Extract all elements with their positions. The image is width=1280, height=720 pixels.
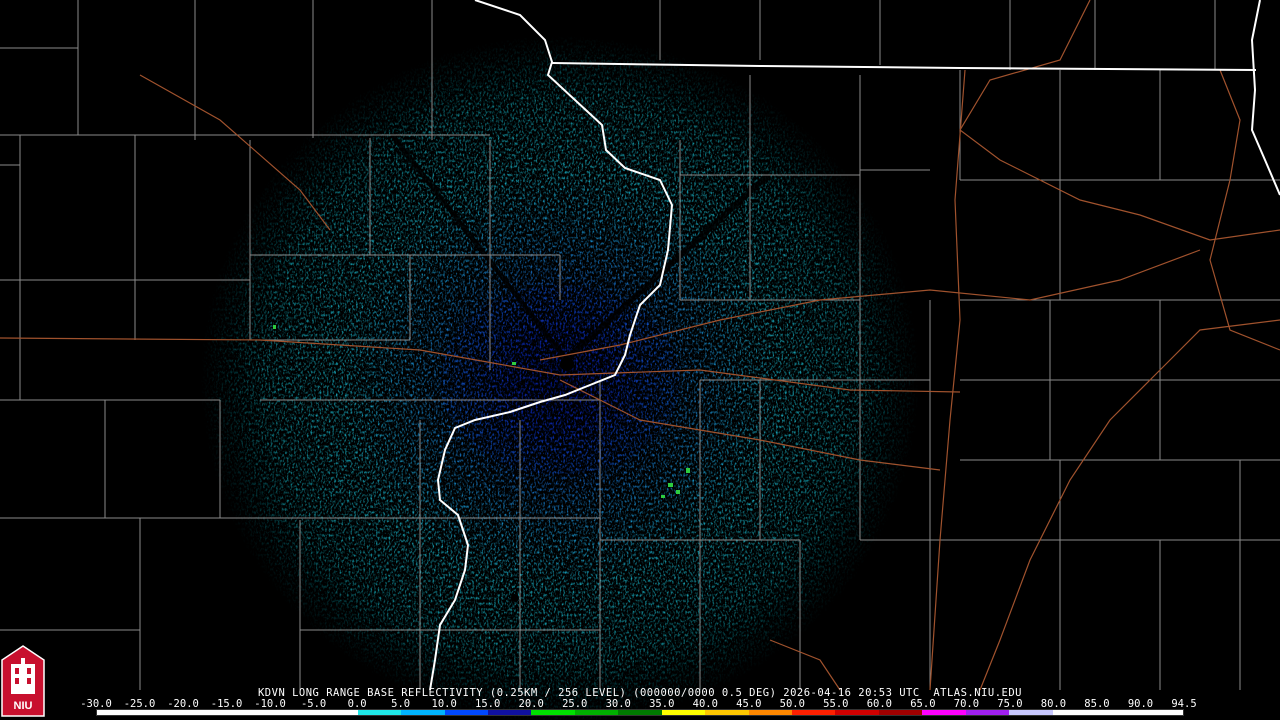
- colorbar-segment: [748, 710, 792, 715]
- colorbar-segment: [444, 710, 488, 715]
- legend-value-labels: -30.0 -25.0 -20.0 -15.0 -10.0 -5.0 0.0 5.0 10.0 1…: [80, 698, 1196, 710]
- colorbar-segment: [227, 710, 271, 715]
- radar-map: NIU: [0, 0, 1280, 720]
- colorbar-segment: [140, 710, 184, 715]
- colorbar-segment: [965, 710, 1010, 715]
- colorbar-segment: [922, 710, 966, 715]
- colorbar-segment: [878, 710, 923, 715]
- colorbar-segment: [531, 710, 575, 715]
- colorbar-segment: [618, 710, 662, 715]
- logo-text: NIU: [14, 700, 33, 712]
- colorbar-segment: [1052, 710, 1097, 715]
- niu-logo: NIU: [1, 645, 45, 717]
- colorbar-segment: [487, 710, 532, 715]
- colorbar-segment: [97, 710, 141, 715]
- radar-echo: [200, 35, 920, 720]
- colorbar-segment: [1139, 710, 1183, 715]
- colorbar-segment: [357, 710, 402, 715]
- colorbar-segment: [270, 710, 315, 715]
- colorbar-segment: [1096, 710, 1140, 715]
- colorbar-segment: [792, 710, 836, 715]
- colorbar-segment: [183, 710, 228, 715]
- radar-site-marker: [560, 357, 574, 371]
- colorbar-segment: [1009, 710, 1053, 715]
- colorbar-segment: [705, 710, 749, 715]
- colorbar-segment: [314, 710, 358, 715]
- reflectivity-colorbar: [96, 709, 1184, 716]
- colorbar-segment: [661, 710, 706, 715]
- colorbar-segment: [574, 710, 619, 715]
- colorbar-segment: [835, 710, 879, 715]
- colorbar-segment: [401, 710, 445, 715]
